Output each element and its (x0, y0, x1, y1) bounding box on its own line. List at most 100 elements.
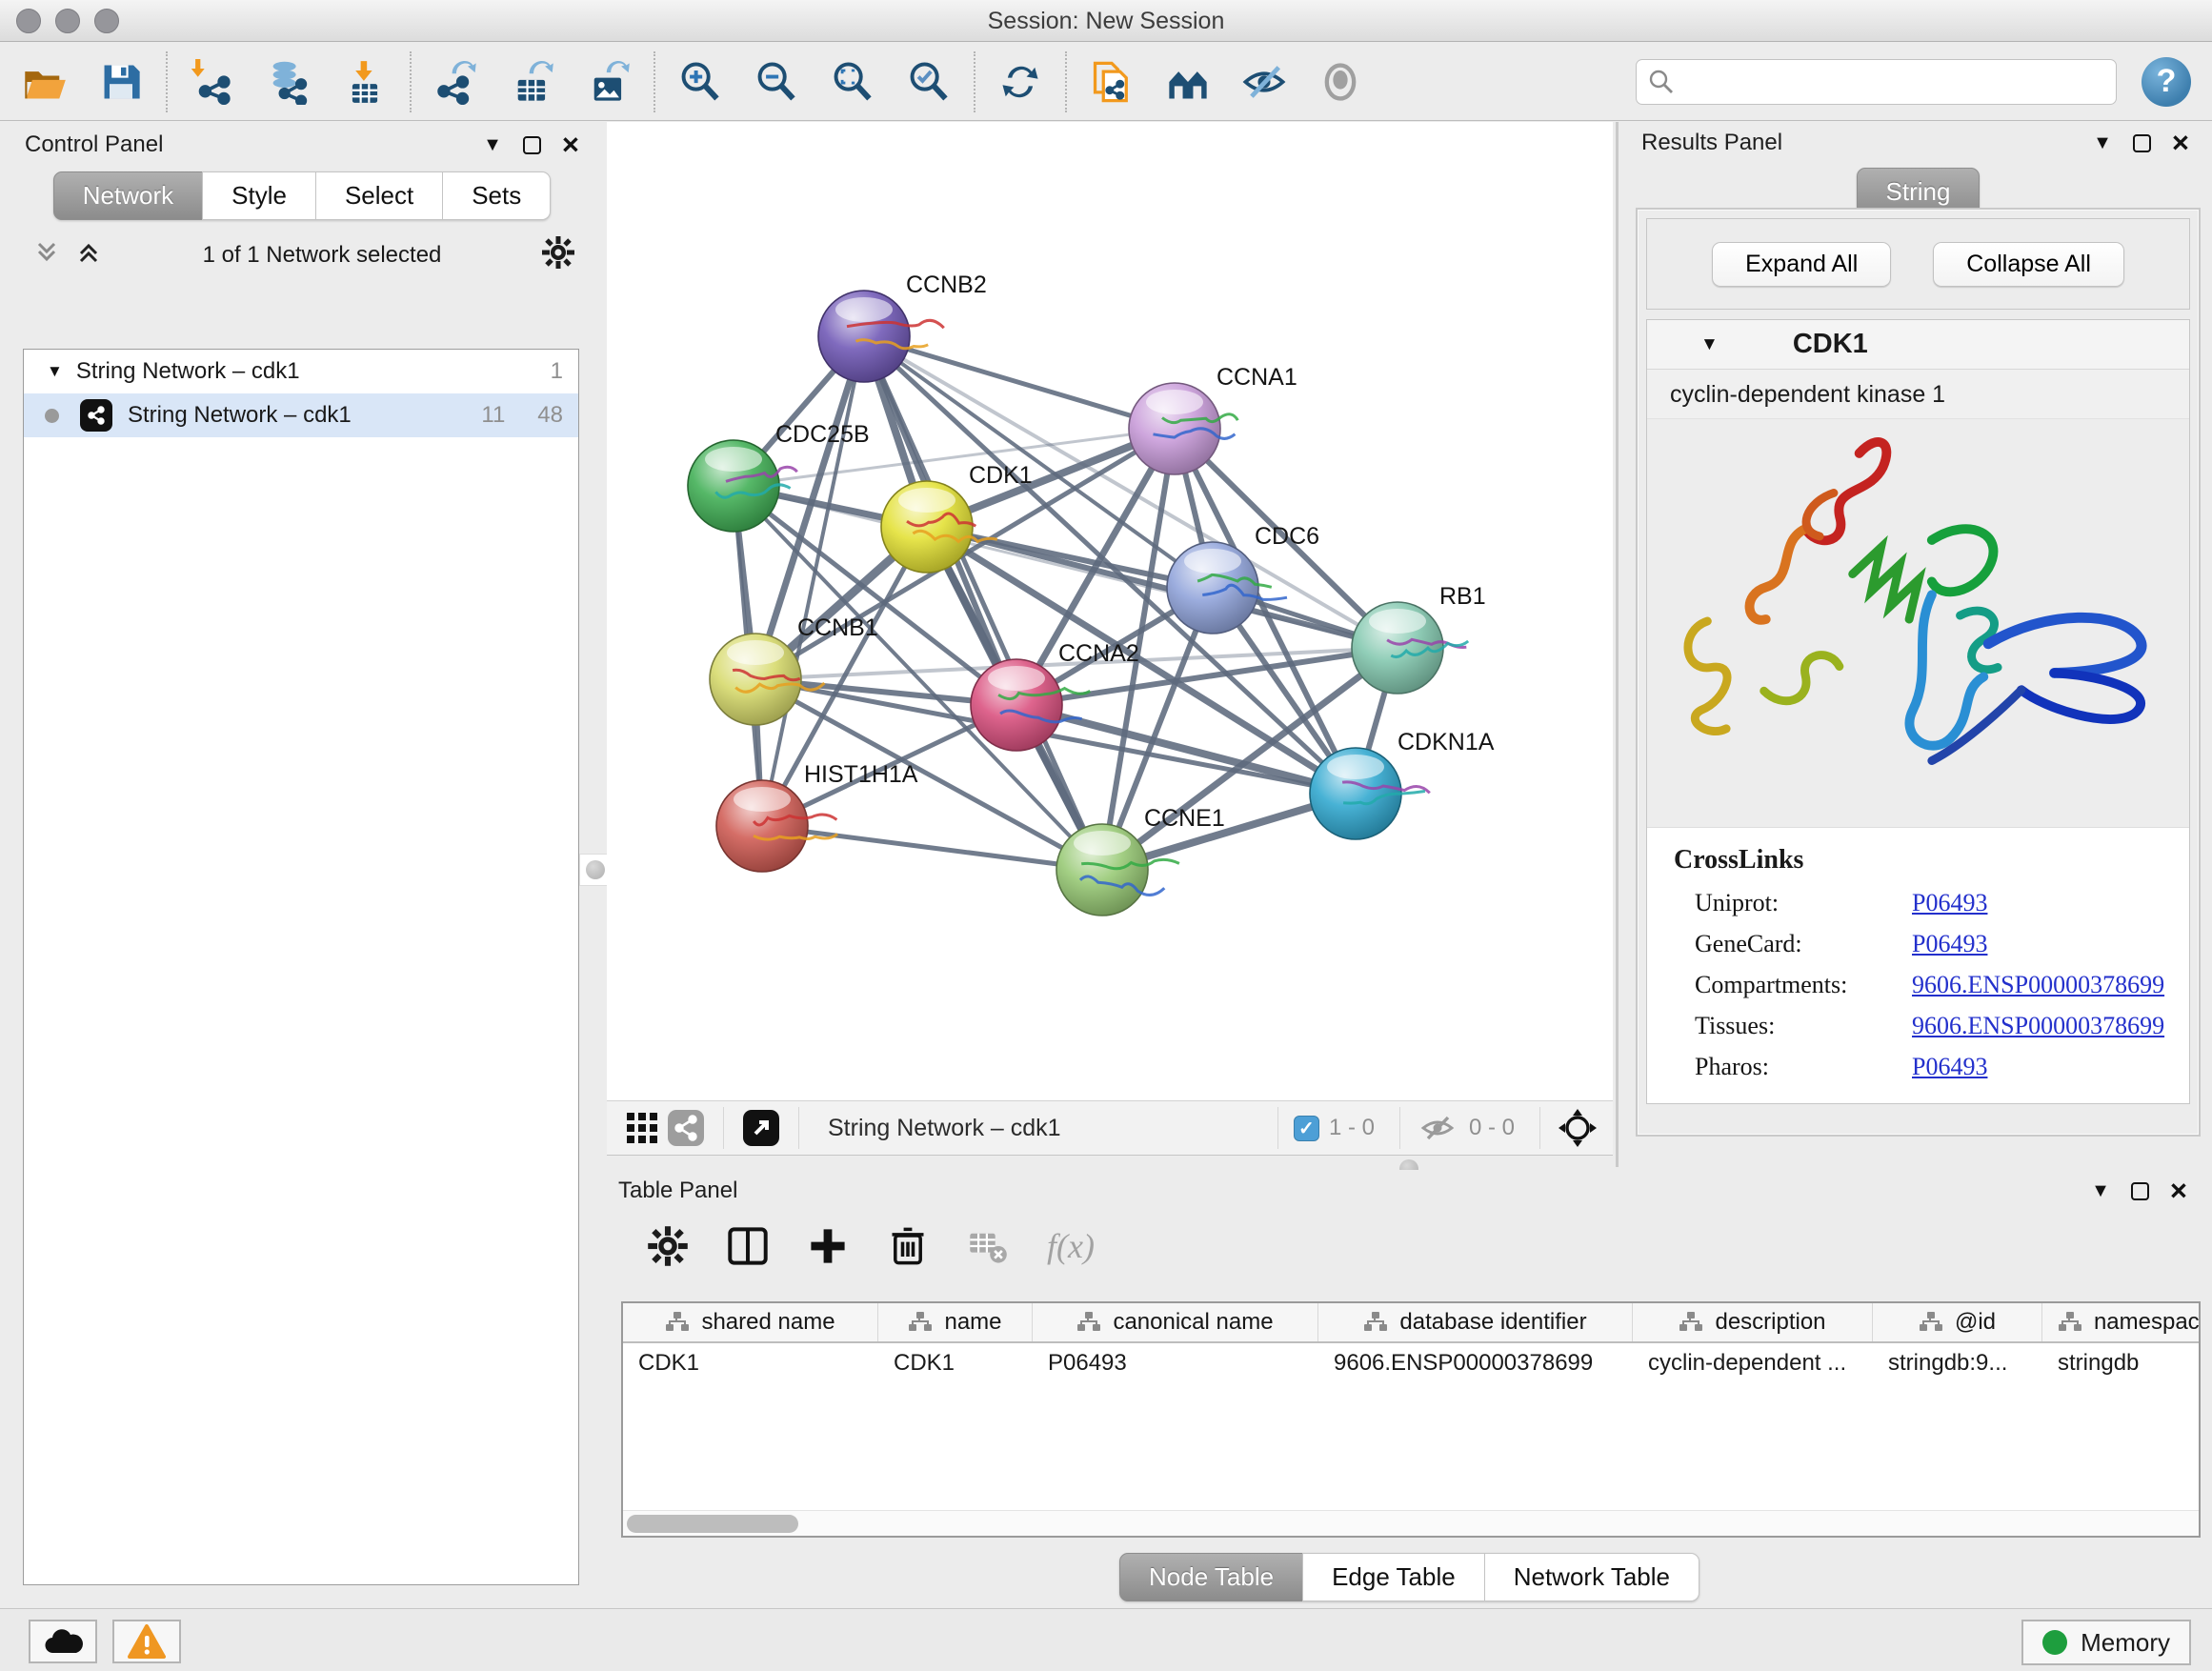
zoom-fit-icon[interactable] (829, 58, 876, 106)
control-panel-menu-icon[interactable]: ▼ (483, 134, 502, 156)
column-header-@id[interactable]: @id (1873, 1303, 2042, 1341)
search-icon (1647, 68, 1676, 101)
column-header-shared-name[interactable]: shared name (623, 1303, 878, 1341)
network-collection-row[interactable]: ▼ String Network – cdk1 1 (24, 350, 578, 393)
warning-icon[interactable] (112, 1620, 181, 1663)
network-selection-status: 1 of 1 Network selected (103, 242, 541, 269)
export-image-icon[interactable] (585, 58, 633, 106)
network-edge[interactable] (762, 826, 1102, 870)
import-network-icon[interactable] (189, 58, 236, 106)
results-panel-float-icon[interactable] (2133, 134, 2151, 152)
help-icon[interactable]: ? (2142, 57, 2191, 107)
tab-sets[interactable]: Sets (442, 171, 551, 220)
results-panel-close-icon[interactable]: × (2172, 133, 2189, 152)
zoom-in-icon[interactable] (676, 58, 724, 106)
gene-caret-icon[interactable]: ▼ (1700, 334, 1719, 355)
first-neighbors-icon[interactable] (1164, 58, 1212, 106)
hide-selected-icon[interactable] (1240, 58, 1288, 106)
table-cell[interactable]: stringdb (2042, 1343, 2201, 1383)
scrollbar-thumb[interactable] (627, 1515, 798, 1533)
import-table-icon[interactable] (341, 58, 389, 106)
column-header-database-identifier[interactable]: database identifier (1318, 1303, 1633, 1341)
navigator-grid-icon[interactable] (620, 1106, 664, 1150)
node-label-ccna2: CCNA2 (1058, 640, 1139, 667)
show-all-icon[interactable] (1317, 58, 1364, 106)
network-edge[interactable] (864, 336, 1102, 870)
network-edge[interactable] (762, 336, 864, 826)
export-network-icon[interactable] (432, 58, 480, 106)
zoom-selected-icon[interactable] (905, 58, 953, 106)
network-node-ccnb1[interactable]: CCNB1 (710, 614, 878, 725)
table-cell[interactable]: P06493 (1033, 1343, 1318, 1383)
results-panel-menu-icon[interactable]: ▼ (2093, 132, 2112, 154)
node-label-ccne1: CCNE1 (1144, 805, 1225, 832)
gear-icon[interactable] (541, 235, 575, 274)
crosslink-label: GeneCard: (1695, 930, 1912, 958)
crosslink-link[interactable]: P06493 (1912, 930, 1987, 958)
refresh-icon[interactable] (996, 58, 1044, 106)
crosslink-link[interactable]: P06493 (1912, 889, 1987, 917)
column-header-description[interactable]: description (1633, 1303, 1873, 1341)
search-input[interactable] (1636, 59, 2117, 105)
import-database-icon[interactable] (265, 58, 312, 106)
tab-network[interactable]: Network (53, 171, 203, 220)
zoom-out-icon[interactable] (753, 58, 800, 106)
delete-column-icon[interactable] (887, 1225, 929, 1267)
network-node-ccna1[interactable]: CCNA1 (1129, 364, 1297, 474)
column-header-namespace[interactable]: namespace (2042, 1303, 2201, 1341)
control-panel-tabs: NetworkStyleSelectSets (53, 171, 551, 220)
column-header-name[interactable]: name (878, 1303, 1033, 1341)
network-node-cdc25b[interactable]: CDC25B (688, 421, 870, 532)
network-node-cdkn1a[interactable]: CDKN1A (1310, 729, 1495, 839)
collapse-all-button[interactable]: Collapse All (1933, 242, 2124, 287)
table-panel-title: Table Panel (618, 1178, 737, 1204)
cloud-icon[interactable] (29, 1620, 97, 1663)
crosslink-link[interactable]: 9606.ENSP00000378699 (1912, 1012, 2164, 1040)
table-settings-icon[interactable] (647, 1225, 689, 1267)
tab-style[interactable]: Style (202, 171, 316, 220)
crosslink-label: Compartments: (1695, 971, 1912, 999)
memory-button[interactable]: Memory (2021, 1620, 2191, 1665)
network-row[interactable]: String Network – cdk1 11 48 (24, 393, 578, 437)
table-cell[interactable]: stringdb:9... (1873, 1343, 2042, 1383)
table-panel-float-icon[interactable] (2131, 1182, 2149, 1200)
network-share-icon[interactable] (664, 1106, 708, 1150)
add-column-icon[interactable] (807, 1225, 849, 1267)
table-horizontal-scrollbar[interactable] (623, 1510, 2199, 1536)
expand-all-icon[interactable] (74, 238, 103, 272)
table-row[interactable]: CDK1CDK1P064939606.ENSP00000378699cyclin… (623, 1343, 2199, 1383)
function-builder-icon[interactable]: f(x) (1047, 1226, 1095, 1266)
new-network-from-selection-icon[interactable] (1088, 58, 1136, 106)
control-panel-close-icon[interactable]: × (562, 135, 579, 154)
crosslink-link[interactable]: 9606.ENSP00000378699 (1912, 971, 2164, 999)
selected-checkbox-icon[interactable]: ✓ (1294, 1116, 1319, 1141)
delete-table-icon[interactable] (967, 1225, 1009, 1267)
tab-edge-table[interactable]: Edge Table (1302, 1553, 1485, 1601)
collection-caret-icon[interactable]: ▼ (47, 362, 63, 381)
control-panel-float-icon[interactable] (523, 136, 541, 154)
table-cell[interactable]: CDK1 (623, 1343, 878, 1383)
table-cell[interactable]: 9606.ENSP00000378699 (1318, 1343, 1633, 1383)
network-canvas[interactable]: CCNB2CCNA1CDC25BCDK1CDC6RB1CCNB1CCNA2CDK… (607, 122, 1613, 1100)
table-panel-menu-icon[interactable]: ▼ (2091, 1180, 2110, 1202)
network-node-rb1[interactable]: RB1 (1352, 583, 1486, 694)
crosshair-icon[interactable] (1556, 1106, 1599, 1150)
open-session-icon[interactable] (21, 58, 69, 106)
expand-all-button[interactable]: Expand All (1712, 242, 1891, 287)
crosslink-link[interactable]: P06493 (1912, 1053, 1987, 1081)
network-node-hist1h1a[interactable]: HIST1H1A (716, 761, 918, 872)
tab-select[interactable]: Select (315, 171, 443, 220)
column-header-canonical-name[interactable]: canonical name (1033, 1303, 1318, 1341)
save-session-icon[interactable] (97, 58, 145, 106)
table-cell[interactable]: cyclin-dependent ... (1633, 1343, 1873, 1383)
collection-label: String Network – cdk1 (76, 358, 300, 385)
table-cell[interactable]: CDK1 (878, 1343, 1033, 1383)
table-panel-close-icon[interactable]: × (2170, 1181, 2187, 1200)
collapse-all-icon[interactable] (32, 238, 61, 272)
detach-view-icon[interactable] (739, 1106, 783, 1150)
split-panel-icon[interactable] (727, 1225, 769, 1267)
network-node-cdk1[interactable]: CDK1 (881, 462, 1033, 573)
tab-network-table[interactable]: Network Table (1484, 1553, 1699, 1601)
tab-node-table[interactable]: Node Table (1119, 1553, 1303, 1601)
export-table-icon[interactable] (509, 58, 556, 106)
